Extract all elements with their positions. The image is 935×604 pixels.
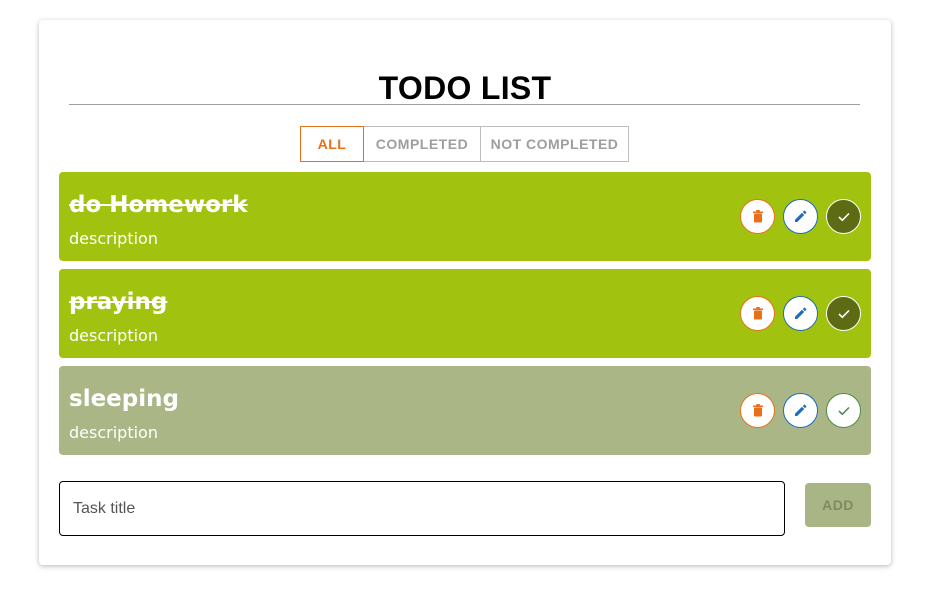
trash-icon bbox=[752, 210, 764, 223]
task-description: description bbox=[69, 229, 158, 248]
check-icon bbox=[837, 212, 850, 222]
task-item: sleeping description bbox=[59, 366, 871, 455]
trash-icon bbox=[752, 404, 764, 417]
edit-task-button[interactable] bbox=[783, 199, 818, 234]
edit-task-button[interactable] bbox=[783, 393, 818, 428]
delete-task-button[interactable] bbox=[740, 393, 775, 428]
title-divider bbox=[69, 104, 860, 105]
check-icon bbox=[837, 309, 850, 319]
complete-task-button[interactable] bbox=[826, 296, 861, 331]
task-item: praying description bbox=[59, 269, 871, 358]
delete-task-button[interactable] bbox=[740, 296, 775, 331]
add-task-button[interactable]: ADD bbox=[805, 483, 871, 527]
filter-not-completed-button[interactable]: NOT COMPLETED bbox=[480, 126, 629, 162]
task-description: description bbox=[69, 326, 158, 345]
task-title: sleeping bbox=[69, 386, 179, 412]
task-actions bbox=[740, 393, 861, 428]
edit-task-button[interactable] bbox=[783, 296, 818, 331]
task-title: do Homework bbox=[69, 192, 248, 218]
check-icon bbox=[837, 406, 850, 416]
task-item: do Homework description bbox=[59, 172, 871, 261]
filter-all-button[interactable]: ALL bbox=[300, 126, 364, 162]
task-title-input[interactable] bbox=[59, 481, 785, 536]
todo-card: TODO LIST ALL COMPLETED NOT COMPLETED do… bbox=[39, 20, 891, 565]
delete-task-button[interactable] bbox=[740, 199, 775, 234]
task-actions bbox=[740, 296, 861, 331]
pencil-icon bbox=[794, 210, 807, 223]
task-description: description bbox=[69, 423, 158, 442]
complete-task-button[interactable] bbox=[826, 199, 861, 234]
task-actions bbox=[740, 199, 861, 234]
filter-completed-button[interactable]: COMPLETED bbox=[363, 126, 481, 162]
trash-icon bbox=[752, 307, 764, 320]
filter-group: ALL COMPLETED NOT COMPLETED bbox=[300, 126, 629, 162]
page-title: TODO LIST bbox=[378, 70, 552, 106]
task-title: praying bbox=[69, 289, 168, 315]
pencil-icon bbox=[794, 307, 807, 320]
complete-task-button[interactable] bbox=[826, 393, 861, 428]
pencil-icon bbox=[794, 404, 807, 417]
